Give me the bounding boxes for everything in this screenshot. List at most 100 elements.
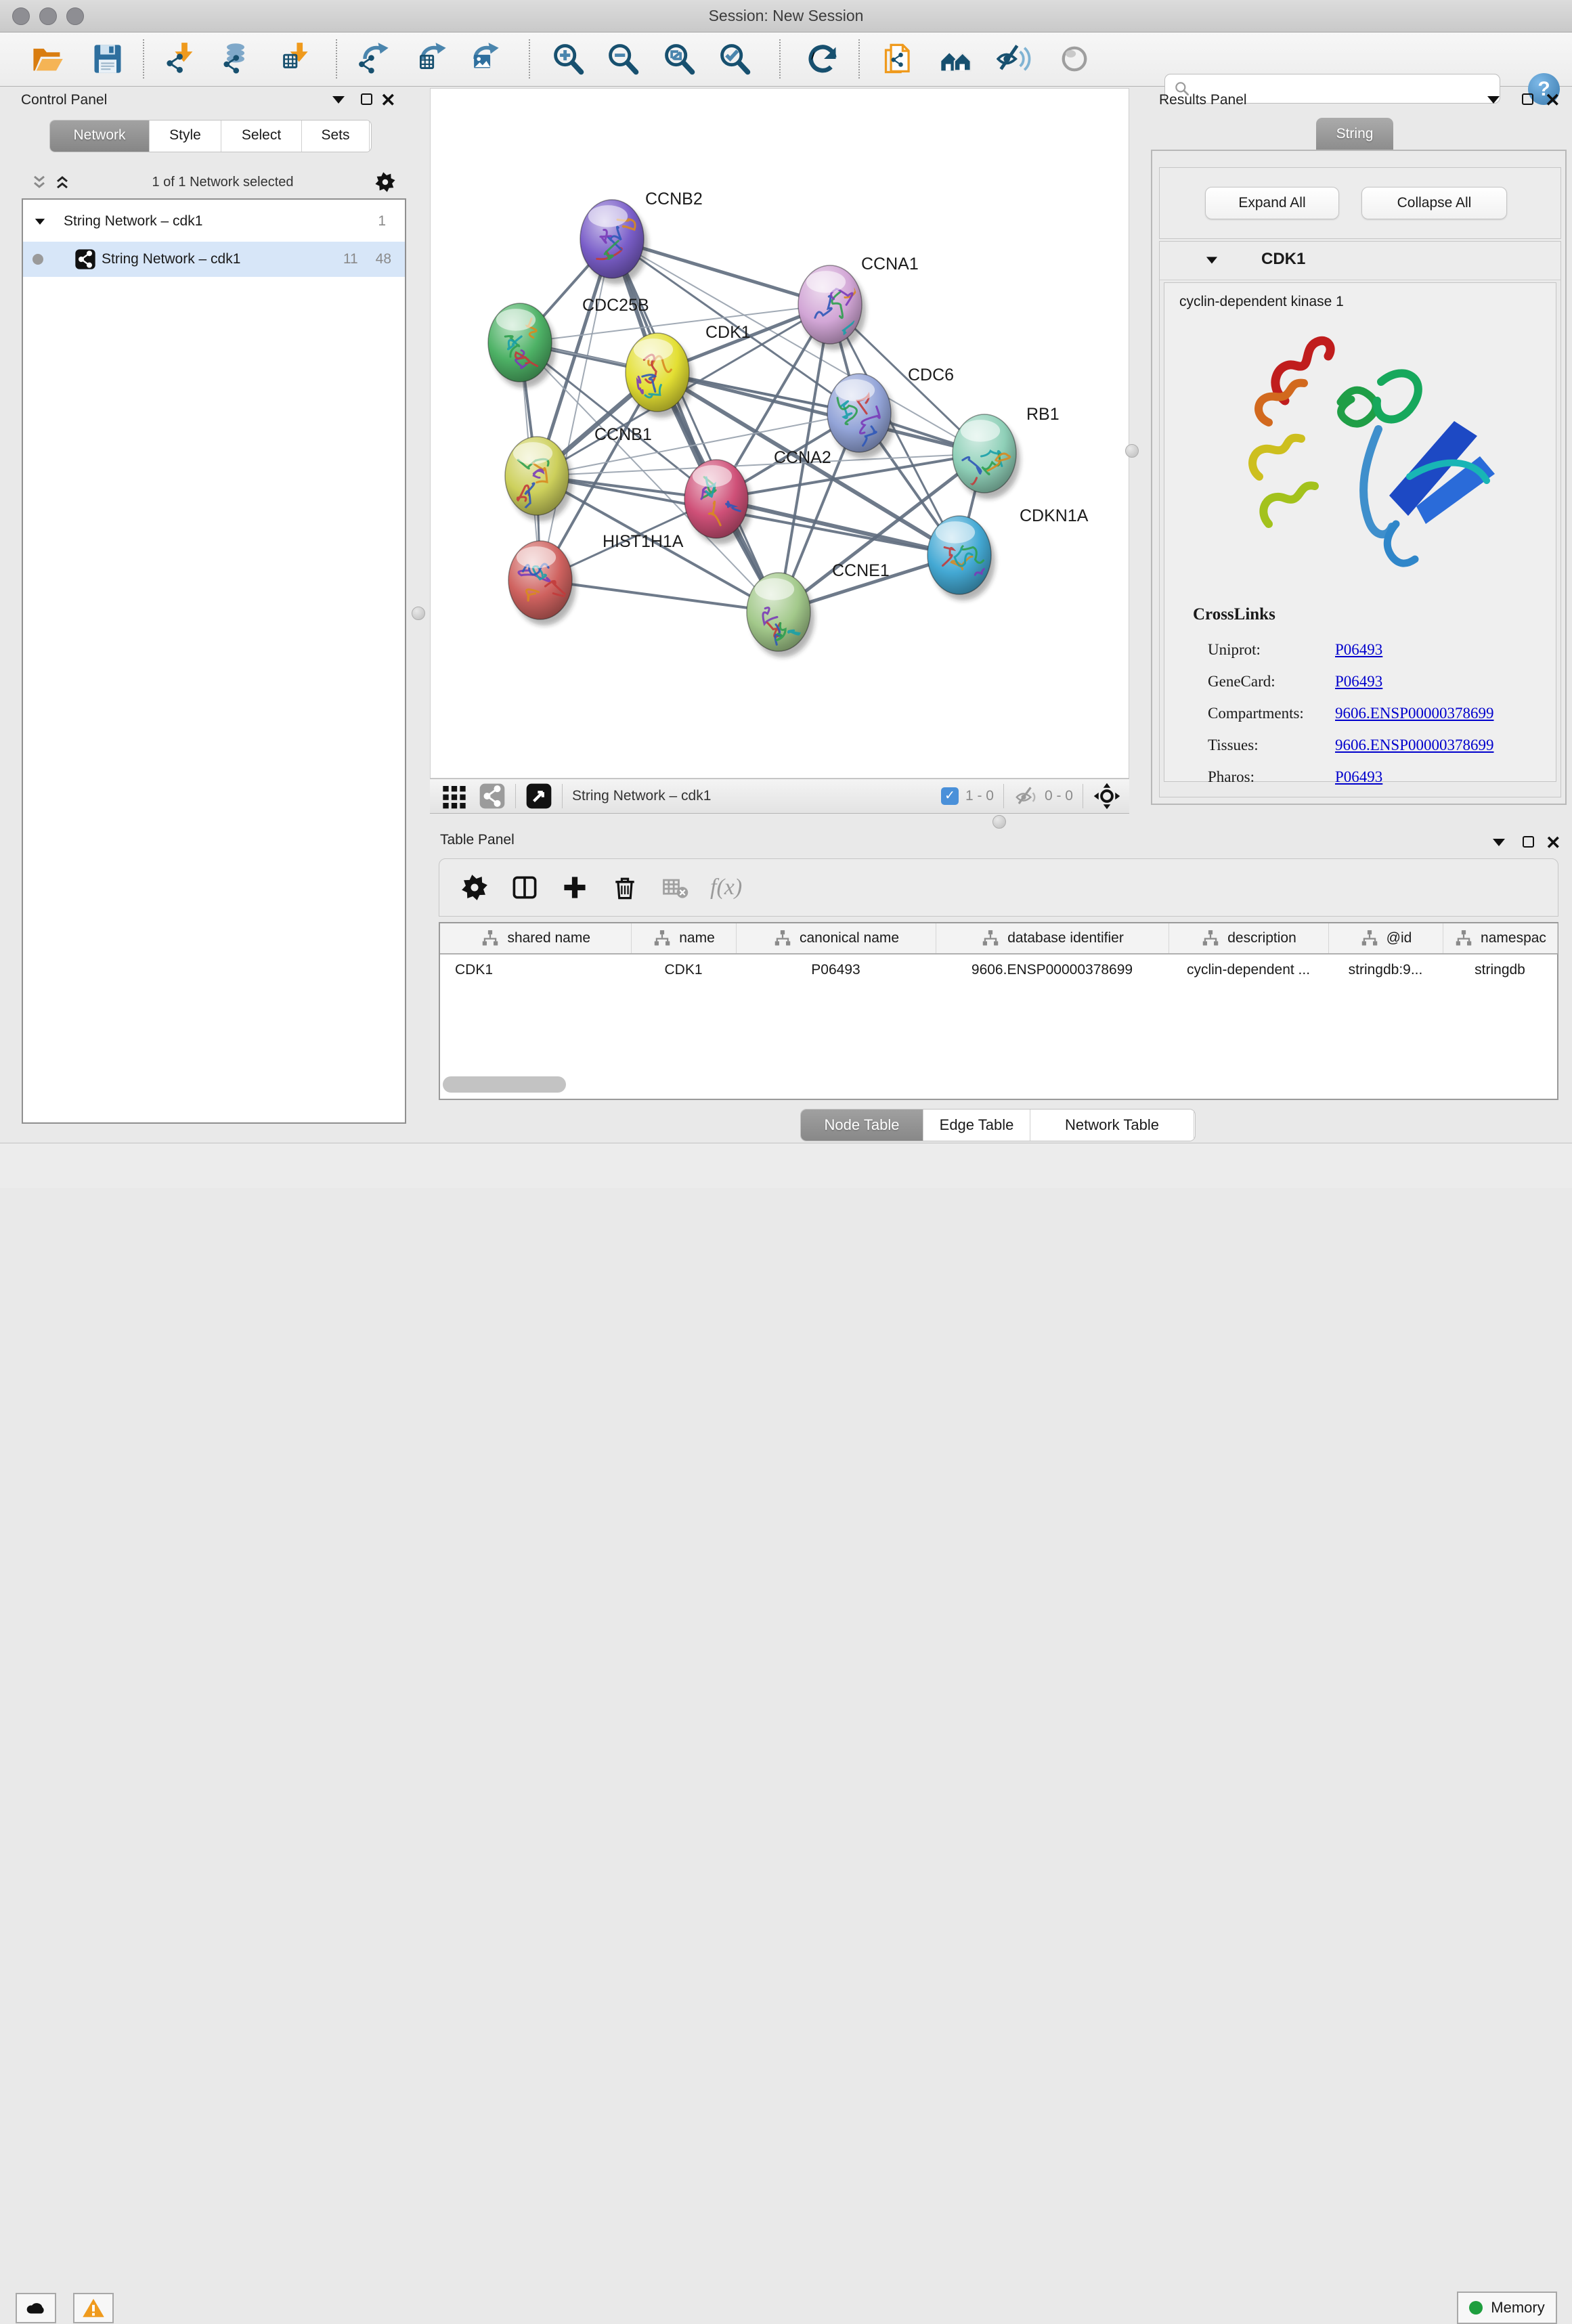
delete-column-icon[interactable] xyxy=(610,873,640,902)
table-cell[interactable]: stringdb:9... xyxy=(1328,954,1443,986)
cloud-button[interactable] xyxy=(16,2293,56,2323)
houses-icon[interactable] xyxy=(938,41,974,76)
tab-select[interactable]: Select xyxy=(221,120,302,152)
table-hscrollbar[interactable] xyxy=(443,1076,566,1093)
string-network-graph[interactable]: CCNB2CCNA1CDC25BCDK1CDC6RB1CCNB1CCNA2CDK… xyxy=(431,89,1129,778)
crosslink-value-link[interactable]: P06493 xyxy=(1335,641,1382,659)
node-CDC25B[interactable] xyxy=(488,303,552,382)
node-CCNB1[interactable] xyxy=(505,437,569,515)
open-folder-icon[interactable] xyxy=(30,41,65,76)
table-cell[interactable]: CDK1 xyxy=(631,954,736,986)
node-CCNB2[interactable] xyxy=(580,200,644,278)
results-panel-close-icon[interactable]: ✕ xyxy=(1545,93,1560,107)
export-image-icon[interactable] xyxy=(466,41,502,76)
columns-icon[interactable] xyxy=(510,873,540,902)
save-floppy-icon[interactable] xyxy=(90,41,125,76)
control-panel-close-icon[interactable]: ✕ xyxy=(380,93,396,107)
zoom-selected-icon[interactable] xyxy=(717,41,752,76)
crosslink-row: Tissues: 9606.ENSP00000378699 xyxy=(1208,729,1546,761)
results-panel-collapse-icon[interactable] xyxy=(1487,96,1500,104)
crosslink-value-link[interactable]: P06493 xyxy=(1335,673,1382,690)
node-CDC6[interactable] xyxy=(827,374,891,452)
left-splitter-handle[interactable] xyxy=(412,607,425,620)
node-HIST1H1A[interactable] xyxy=(508,541,572,619)
column-header[interactable]: shared name xyxy=(440,923,631,954)
expand-all-icon[interactable] xyxy=(53,173,72,192)
import-table-icon[interactable] xyxy=(276,41,311,76)
eye-slash-waves-icon[interactable] xyxy=(997,41,1032,76)
tab-sets[interactable]: Sets xyxy=(302,120,370,152)
column-header[interactable]: name xyxy=(631,923,736,954)
table-row[interactable]: CDK1CDK1P064939606.ENSP00000378699cyclin… xyxy=(440,954,1557,986)
gene-section-header[interactable]: CDK1 xyxy=(1160,242,1560,280)
node-CCNE1[interactable] xyxy=(747,573,810,651)
warning-button[interactable] xyxy=(73,2293,114,2323)
share-badge-icon[interactable] xyxy=(479,783,506,810)
horizontal-splitter-handle[interactable] xyxy=(992,815,1006,829)
table-gear-icon[interactable] xyxy=(460,873,489,902)
refresh-layout-icon[interactable] xyxy=(805,41,840,76)
table-panel-close-icon[interactable]: ✕ xyxy=(1546,836,1561,850)
results-panel-float-icon[interactable] xyxy=(1522,93,1533,105)
add-column-icon[interactable] xyxy=(560,873,590,902)
node-CCNA2[interactable] xyxy=(684,460,748,538)
column-header[interactable]: namespac xyxy=(1443,923,1557,954)
control-panel-title: Control Panel xyxy=(21,92,107,108)
table-cell[interactable]: 9606.ENSP00000378699 xyxy=(936,954,1169,986)
column-type-icon xyxy=(1359,928,1380,948)
import-network-icon[interactable] xyxy=(162,41,198,76)
collapse-all-icon[interactable] xyxy=(30,173,49,192)
tree-expander-icon[interactable] xyxy=(35,219,45,225)
crosslink-value-link[interactable]: P06493 xyxy=(1335,768,1382,786)
zoom-in-icon[interactable] xyxy=(550,41,586,76)
selected-checkbox-icon[interactable]: ✓ xyxy=(941,787,959,805)
node-count: 11 xyxy=(343,251,358,267)
network-canvas[interactable]: CCNB2CCNA1CDC25BCDK1CDC6RB1CCNB1CCNA2CDK… xyxy=(430,88,1129,779)
table-cell[interactable]: stringdb xyxy=(1443,954,1557,986)
table-cell[interactable]: P06493 xyxy=(736,954,936,986)
node-table[interactable]: shared namenamecanonical namedatabase id… xyxy=(439,922,1558,1100)
tab-network-table[interactable]: Network Table xyxy=(1030,1110,1194,1141)
birdseye-view-icon[interactable] xyxy=(525,783,552,810)
network-row-selected[interactable]: String Network – cdk1 11 48 xyxy=(23,242,405,277)
network-collection-row[interactable]: String Network – cdk1 1 xyxy=(23,204,405,239)
tab-string[interactable]: String xyxy=(1316,118,1393,150)
zoom-out-icon[interactable] xyxy=(605,41,640,76)
network-document-icon[interactable] xyxy=(881,41,917,76)
export-network-icon[interactable] xyxy=(356,41,391,76)
column-header[interactable]: canonical name xyxy=(736,923,936,954)
import-database-icon[interactable] xyxy=(218,41,253,76)
memory-button[interactable]: Memory xyxy=(1457,2292,1557,2324)
network-view-toolbar: String Network – cdk1 ✓ 1 - 0 0 - 0 xyxy=(430,779,1129,814)
table-panel-float-icon[interactable] xyxy=(1523,836,1534,848)
cloud-icon xyxy=(24,2296,48,2321)
tab-network[interactable]: Network xyxy=(50,120,150,152)
gear-icon[interactable] xyxy=(374,171,397,194)
node-CDK1[interactable] xyxy=(626,333,689,412)
tab-style[interactable]: Style xyxy=(150,120,221,152)
expand-all-button[interactable]: Expand All xyxy=(1205,187,1339,219)
table-cell[interactable]: cyclin-dependent ... xyxy=(1169,954,1328,986)
crosslink-value-link[interactable]: 9606.ENSP00000378699 xyxy=(1335,705,1494,722)
tab-node-table[interactable]: Node Table xyxy=(801,1110,923,1141)
collapse-all-button[interactable]: Collapse All xyxy=(1361,187,1507,219)
export-table-icon[interactable] xyxy=(414,41,449,76)
memory-label: Memory xyxy=(1491,2299,1544,2317)
table-panel-collapse-icon[interactable] xyxy=(1493,839,1505,846)
crosshair-icon[interactable] xyxy=(1093,782,1121,810)
column-header[interactable]: database identifier xyxy=(936,923,1169,954)
column-header[interactable]: description xyxy=(1169,923,1328,954)
node-CDKN1A[interactable] xyxy=(927,516,992,594)
zoom-fit-icon[interactable] xyxy=(661,41,697,76)
right-splitter-handle[interactable] xyxy=(1125,444,1139,458)
section-expander-icon[interactable] xyxy=(1206,257,1217,264)
column-header[interactable]: @id xyxy=(1328,923,1443,954)
crosslink-value-link[interactable]: 9606.ENSP00000378699 xyxy=(1335,737,1494,754)
node-label-CDC6: CDC6 xyxy=(908,366,954,385)
control-panel-float-icon[interactable] xyxy=(361,93,372,105)
table-cell[interactable]: CDK1 xyxy=(440,954,631,986)
control-panel-collapse-icon[interactable] xyxy=(332,96,345,104)
tab-edge-table[interactable]: Edge Table xyxy=(923,1110,1030,1141)
grid-icon[interactable] xyxy=(441,783,468,810)
sphere-eye-icon[interactable] xyxy=(1057,41,1092,76)
